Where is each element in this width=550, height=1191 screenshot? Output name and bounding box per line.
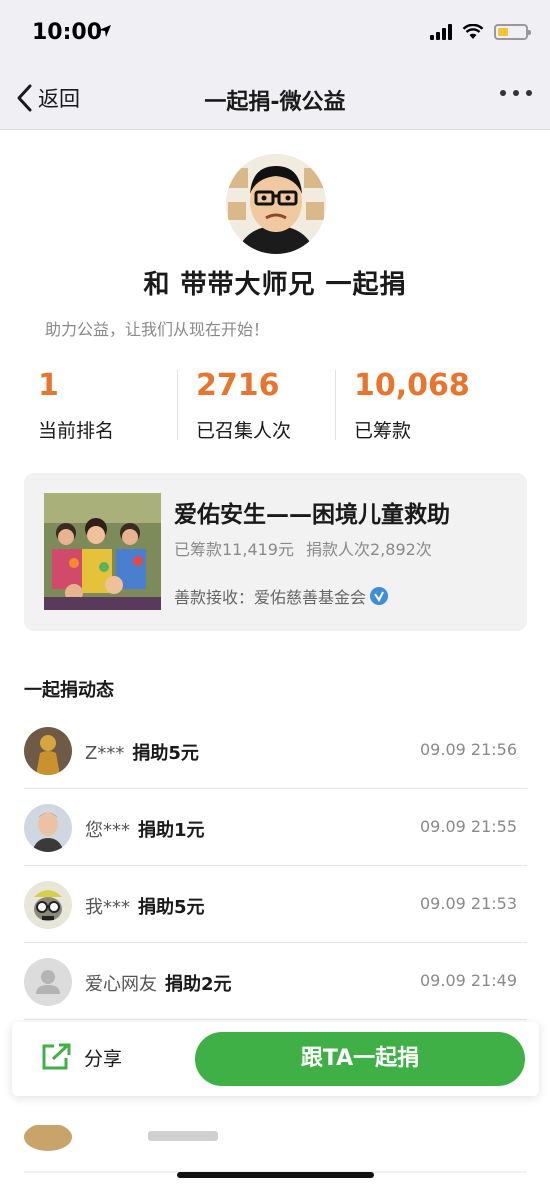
- profile-name: 和 带带大师兄 一起捐: [143, 270, 407, 300]
- feed-amount: 捐助1元: [138, 820, 205, 841]
- project-card[interactable]: 爱佑安生——困境儿童救助 已筹款11,419元 捐款人次2,892次 善款接收：爱…: [24, 473, 527, 631]
- profile-slogan: 助力公益，让我们从现在开始！: [45, 320, 270, 339]
- profile-avatar: [226, 154, 326, 254]
- feed-amount: 捐助5元: [138, 897, 205, 918]
- list-item: Z*** 捐助5元 09.09 21:56: [24, 712, 527, 789]
- battery-icon: [494, 24, 531, 40]
- stat-raised-value: 10,068: [354, 368, 470, 403]
- list-item: 爱心网友 捐助2元 09.09 21:49: [24, 943, 527, 1020]
- location-arrow-icon: [99, 25, 111, 37]
- share-button[interactable]: 分享: [40, 1042, 122, 1072]
- feed-user-line: 爱心网友 捐助2元: [85, 970, 232, 996]
- receiver-text: 善款接收：爱佑慈善基金会: [174, 588, 367, 607]
- project-receiver: 善款接收：爱佑慈善基金会: [174, 584, 389, 608]
- golden-figure-avatar-icon: [24, 727, 72, 775]
- feed-user: 爱心网友: [85, 974, 157, 995]
- status-bar: 10:00: [0, 0, 550, 66]
- project-donors: 捐款人次2,892次: [306, 540, 432, 559]
- status-indicators: [430, 24, 531, 40]
- stat-raised: 10,068 已筹款: [354, 366, 470, 446]
- feed-title: 一起捐动态: [24, 680, 114, 701]
- more-options-icon[interactable]: [500, 90, 532, 96]
- project-thumbnail: [44, 493, 161, 610]
- feed-amount: 捐助2元: [165, 974, 232, 995]
- feed-user: 我***: [85, 897, 130, 918]
- list-item: 您*** 捐助1元 09.09 21:55: [24, 789, 527, 866]
- feed-list: Z*** 捐助5元 09.09 21:56 您*** 捐助1元 09.09 21:5…: [24, 712, 527, 1020]
- stat-participants-label: 已召集人次: [196, 420, 292, 442]
- children-photo-icon: [44, 493, 161, 610]
- cellular-signal-icon: [430, 24, 452, 40]
- stat-rank-value: 1: [38, 368, 59, 403]
- stat-rank-label: 当前排名: [38, 420, 115, 442]
- feed-time: 09.09 21:53: [420, 894, 517, 913]
- donate-together-button[interactable]: 跟TA一起捐: [195, 1032, 525, 1086]
- status-time: 10:00: [32, 20, 103, 45]
- default-user-avatar-icon: [24, 958, 72, 1006]
- feed-time: 09.09 21:49: [420, 971, 517, 990]
- feed-time: 09.09 21:55: [420, 817, 517, 836]
- cartoon-man-avatar-icon: [226, 154, 326, 254]
- page-title: 一起捐-微公益: [204, 90, 346, 115]
- verified-badge-icon: [370, 587, 389, 605]
- wifi-icon: [462, 24, 484, 39]
- feed-user: Z***: [85, 743, 125, 764]
- project-stats: 已筹款11,419元 捐款人次2,892次: [174, 536, 432, 560]
- stat-participants-value: 2716: [196, 368, 280, 403]
- stat-participants: 2716 已召集人次: [196, 366, 291, 446]
- project-title: 爱佑安生——困境儿童救助: [174, 502, 450, 528]
- list-item: 我*** 捐助5元 09.09 21:53: [24, 866, 527, 943]
- feed-time: 09.09 21:56: [420, 740, 517, 759]
- cartoon-skull-avatar-icon: [24, 881, 72, 929]
- stat-divider: [335, 370, 336, 440]
- home-indicator: [177, 1172, 374, 1178]
- feed-user-line: 我*** 捐助5元: [85, 893, 205, 919]
- nav-bar: 返回 一起捐-微公益: [0, 66, 550, 130]
- project-raised: 已筹款11,419元: [174, 540, 294, 559]
- stat-divider: [177, 370, 178, 440]
- share-label: 分享: [84, 1047, 123, 1070]
- stat-rank: 1 当前排名: [38, 366, 114, 446]
- bottom-action-bar: 分享 跟TA一起捐: [12, 1022, 539, 1096]
- stats-row: 1 当前排名 2716 已召集人次 10,068 已筹款: [0, 366, 550, 446]
- feed-user-line: Z*** 捐助5元: [85, 739, 199, 765]
- stat-raised-label: 已筹款: [354, 420, 412, 442]
- share-icon: [42, 1043, 71, 1070]
- man-portrait-avatar-icon: [24, 804, 72, 852]
- feed-amount: 捐助5元: [132, 743, 199, 764]
- feed-user: 您***: [85, 820, 130, 841]
- feed-user-line: 您*** 捐助1元: [85, 816, 205, 842]
